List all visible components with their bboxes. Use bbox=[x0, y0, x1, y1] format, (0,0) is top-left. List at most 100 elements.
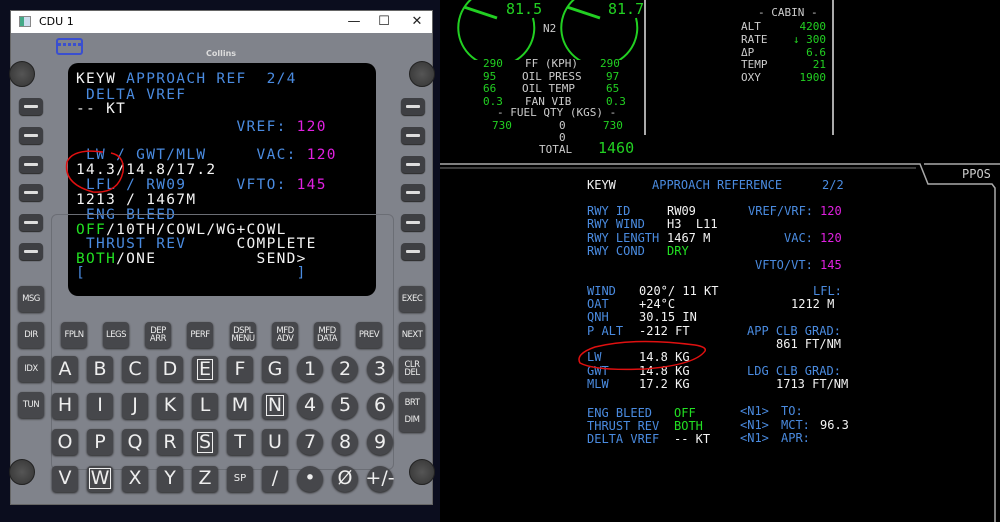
key-H[interactable]: H bbox=[52, 392, 78, 419]
key-label: L bbox=[199, 394, 211, 416]
fkey-legs[interactable]: LEGS bbox=[103, 322, 129, 348]
vfto-value: 145 bbox=[820, 258, 842, 272]
key-X[interactable]: X bbox=[122, 465, 148, 492]
n1-value: 96.3 bbox=[820, 417, 849, 432]
key-G[interactable]: G bbox=[262, 356, 288, 382]
n1-select[interactable]: <N1> bbox=[740, 404, 769, 418]
fkey-dir[interactable]: DIR bbox=[18, 322, 44, 348]
line-select-key-r5[interactable] bbox=[401, 214, 425, 231]
n1-select[interactable]: <N1> bbox=[740, 431, 769, 445]
key-K[interactable]: K bbox=[157, 392, 183, 419]
title-bar[interactable]: CDU 1 — ☐ ✕ bbox=[11, 11, 432, 33]
key-B[interactable]: B bbox=[87, 356, 113, 382]
fkey-idx[interactable]: IDX bbox=[18, 356, 44, 382]
n1-mode-label: APR: bbox=[781, 431, 810, 445]
ldg-clb-value: 1713 FT/NM bbox=[776, 377, 849, 391]
key-SP[interactable]: SP bbox=[227, 465, 253, 492]
keyboard-icon[interactable] bbox=[56, 38, 83, 55]
key-U[interactable]: U bbox=[262, 429, 288, 455]
key-O[interactable]: O bbox=[52, 429, 78, 455]
fkey-next[interactable]: NEXT bbox=[399, 322, 425, 348]
fkey-tun[interactable]: TUN bbox=[18, 392, 44, 418]
line-select-key-l5[interactable] bbox=[19, 214, 43, 231]
cabin-title: - CABIN - bbox=[758, 6, 818, 19]
key-label: F bbox=[234, 357, 246, 380]
key-E[interactable]: E bbox=[192, 356, 218, 382]
ppos-tab[interactable]: PPOS bbox=[962, 167, 991, 181]
fkey-brt-dim[interactable]: BRT DIM bbox=[399, 392, 425, 432]
minimize-button[interactable]: — bbox=[344, 13, 364, 31]
line-select-key-r2[interactable] bbox=[401, 127, 425, 144]
fkey-mfd-adv[interactable]: MFD ADV bbox=[272, 322, 298, 348]
key-T[interactable]: T bbox=[227, 429, 253, 455]
key-Q[interactable]: Q bbox=[122, 429, 148, 455]
line-select-key-l3[interactable] bbox=[19, 156, 43, 173]
key-8[interactable]: 8 bbox=[332, 429, 358, 455]
eng-param-label: OIL PRESS bbox=[522, 69, 582, 83]
line-select-key-l1[interactable] bbox=[19, 98, 43, 115]
key-label: X bbox=[128, 467, 142, 489]
key-Z[interactable]: Z bbox=[192, 465, 218, 492]
fkey-fpln[interactable]: FPLN bbox=[61, 322, 87, 348]
key-C[interactable]: C bbox=[122, 356, 148, 382]
key-5[interactable]: 5 bbox=[332, 392, 358, 419]
close-button[interactable]: ✕ bbox=[407, 13, 427, 31]
key-F[interactable]: F bbox=[227, 356, 253, 382]
key-/[interactable]: / bbox=[262, 465, 288, 492]
key-•[interactable]: • bbox=[297, 465, 323, 492]
key-7[interactable]: 7 bbox=[297, 429, 323, 455]
key-9[interactable]: 9 bbox=[367, 429, 393, 455]
fkey-dspl-menu[interactable]: DSPL MENU bbox=[230, 322, 256, 348]
key-N[interactable]: N bbox=[262, 392, 288, 419]
fkey-exec[interactable]: EXEC bbox=[399, 286, 425, 312]
line-select-key-r4[interactable] bbox=[401, 184, 425, 201]
key-4[interactable]: 4 bbox=[297, 392, 323, 419]
key-+/-[interactable]: +/- bbox=[365, 465, 395, 492]
mfd-frame bbox=[440, 163, 1000, 522]
key-3[interactable]: 3 bbox=[367, 356, 393, 382]
cabin-value: 1900 bbox=[799, 71, 827, 85]
mfd-title: APPROACH REFERENCE bbox=[652, 178, 783, 192]
key-A[interactable]: A bbox=[52, 356, 78, 382]
key-6[interactable]: 6 bbox=[367, 392, 393, 419]
key-V[interactable]: V bbox=[52, 465, 78, 492]
vac-value: 120 bbox=[820, 231, 842, 245]
key-J[interactable]: J bbox=[122, 392, 148, 419]
key-label: Z bbox=[198, 467, 212, 489]
key-D[interactable]: D bbox=[157, 356, 183, 382]
line-select-key-r1[interactable] bbox=[401, 98, 425, 115]
key-M[interactable]: M bbox=[227, 392, 253, 419]
line-select-key-r3[interactable] bbox=[401, 156, 425, 173]
fuel-left: 730 bbox=[492, 119, 512, 132]
key-S[interactable]: S bbox=[192, 429, 218, 455]
key-label: / bbox=[271, 467, 279, 489]
line-select-key-l2[interactable] bbox=[19, 127, 43, 144]
eng-left-value: 290 bbox=[483, 57, 503, 70]
maximize-button[interactable]: ☐ bbox=[374, 13, 394, 31]
key-label: 5 bbox=[338, 394, 352, 416]
line-select-key-l6[interactable] bbox=[19, 243, 43, 260]
key-W[interactable]: W bbox=[87, 465, 113, 492]
fkey-prev[interactable]: PREV bbox=[356, 322, 382, 348]
mfd-field-value: RW09 bbox=[667, 204, 696, 218]
fkey-mfd-data[interactable]: MFD DATA bbox=[314, 322, 340, 348]
line-select-key-l4[interactable] bbox=[19, 184, 43, 201]
mfd-field-label: RWY COND bbox=[587, 243, 645, 258]
eng-left-value: 95 bbox=[483, 69, 497, 83]
fkey-msg[interactable]: MSG bbox=[18, 286, 44, 312]
n1-select[interactable]: <N1> bbox=[740, 418, 769, 432]
key-L[interactable]: L bbox=[192, 392, 218, 419]
fuel-qty-label: - FUEL QTY (KGS) - bbox=[497, 106, 617, 119]
key-label: +/- bbox=[365, 467, 395, 489]
fkey-dep-arr[interactable]: DEP ARR bbox=[145, 322, 171, 348]
key-R[interactable]: R bbox=[157, 429, 183, 455]
key-I[interactable]: I bbox=[87, 392, 113, 419]
key-1[interactable]: 1 bbox=[297, 356, 323, 382]
line-select-key-r6[interactable] bbox=[401, 243, 425, 260]
key-2[interactable]: 2 bbox=[332, 356, 358, 382]
key-Ø[interactable]: Ø bbox=[332, 465, 358, 492]
key-P[interactable]: P bbox=[87, 429, 113, 455]
fkey-clr-del[interactable]: CLR DEL bbox=[399, 356, 425, 382]
key-Y[interactable]: Y bbox=[157, 465, 183, 492]
fkey-perf[interactable]: PERF bbox=[187, 322, 213, 348]
